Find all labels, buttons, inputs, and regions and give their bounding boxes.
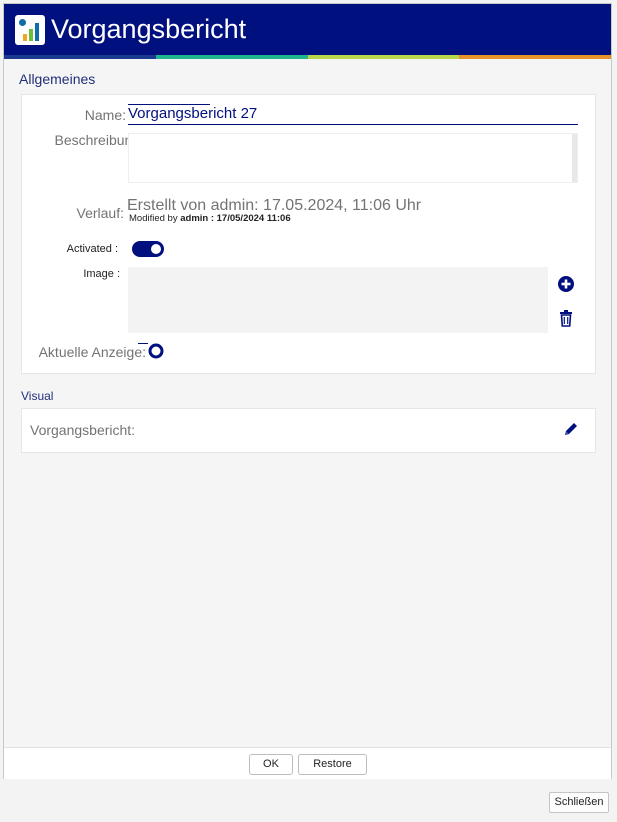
window-title: Vorgangsbericht (51, 14, 247, 44)
section-general-label: Allgemeines (19, 71, 96, 87)
report-app-icon (15, 15, 45, 45)
name-input[interactable]: Vorgangsbericht 27 (128, 104, 578, 125)
section-visual-label: Visual (21, 389, 54, 403)
dialog-footer: OK Restore (4, 747, 611, 779)
current-display-underline (138, 343, 148, 344)
activated-toggle[interactable] (132, 241, 164, 257)
current-display-toggle[interactable] (148, 343, 164, 359)
pencil-icon[interactable] (562, 420, 580, 438)
activated-label: Activated : (66, 243, 118, 255)
ok-button[interactable]: OK (249, 754, 293, 775)
description-scrollbar[interactable] (572, 134, 577, 182)
plus-circle-icon[interactable] (557, 275, 575, 293)
visual-item-label: Vorgangsbericht: (30, 422, 136, 438)
history-label: Verlauf: (76, 205, 124, 221)
image-label: Image : (83, 268, 120, 280)
description-label: Beschreibung: (54, 132, 144, 148)
report-dialog: Vorgangsbericht Allgemeines Name: Vorgan… (3, 3, 612, 779)
description-textarea[interactable] (128, 133, 578, 183)
trash-icon[interactable] (557, 309, 575, 327)
history-modified: Modified by admin : 17/05/2024 11:06 (129, 213, 291, 224)
close-button[interactable]: Schließen (549, 792, 609, 813)
general-panel: Name: Vorgangsbericht 27 Beschreibung: V… (21, 94, 596, 374)
visual-panel: Vorgangsbericht: (21, 408, 596, 453)
color-stripe (4, 55, 611, 59)
restore-button[interactable]: Restore (298, 754, 367, 775)
current-display-label: Aktuelle Anzeige: (38, 344, 146, 360)
image-dropzone[interactable] (128, 267, 548, 333)
title-bar: Vorgangsbericht (4, 4, 611, 55)
name-value-text: Vorgangsbericht 27 (128, 105, 258, 122)
name-label: Name: (84, 107, 126, 123)
